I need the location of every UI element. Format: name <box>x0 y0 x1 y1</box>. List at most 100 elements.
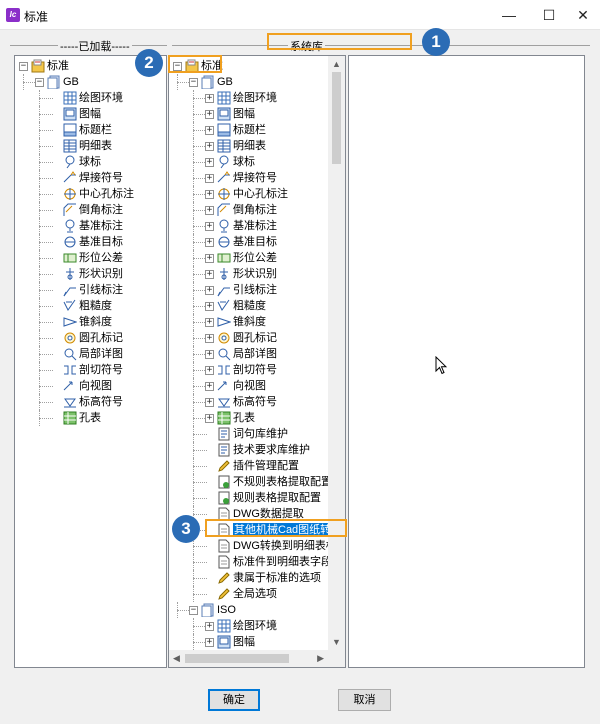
collapse-icon[interactable]: − <box>189 78 198 87</box>
tree-node[interactable]: + 锥斜度 <box>169 314 329 330</box>
expand-icon[interactable]: + <box>205 174 214 183</box>
scroll-down-icon[interactable]: ▼ <box>332 637 341 647</box>
expand-icon[interactable]: + <box>205 318 214 327</box>
expand-icon[interactable]: + <box>205 302 214 311</box>
expand-icon[interactable]: + <box>205 622 214 631</box>
tree-node[interactable]: + 标题栏 <box>169 122 329 138</box>
tree-node[interactable]: 向视图 <box>15 378 165 394</box>
loaded-tree-panel[interactable]: − 标准 − GB 绘图环境 图幅 标题栏 明细表 球标 焊接符号 中心孔标注 倒角标注 基准标注 基准目… <box>14 55 167 668</box>
expand-icon[interactable]: + <box>205 350 214 359</box>
tree-node[interactable]: 词句库维护 <box>169 426 329 442</box>
ok-button[interactable]: 确定 <box>208 689 260 711</box>
tree-node[interactable]: + 图幅 <box>169 634 329 650</box>
tree-node[interactable]: 基准标注 <box>15 218 165 234</box>
expand-icon[interactable]: + <box>205 286 214 295</box>
tree-node[interactable]: 标高符号 <box>15 394 165 410</box>
tree-node[interactable]: 粗糙度 <box>15 298 165 314</box>
expand-icon[interactable]: + <box>205 206 214 215</box>
tree-node[interactable]: − GB <box>169 74 329 90</box>
expand-icon[interactable]: + <box>205 238 214 247</box>
tree-node[interactable]: 隶属于标准的选项 <box>169 570 329 586</box>
tree-node[interactable]: + 向视图 <box>169 378 329 394</box>
tree-node[interactable]: 绘图环境 <box>15 90 165 106</box>
tree-connector <box>39 90 40 106</box>
tree-node[interactable]: 焊接符号 <box>15 170 165 186</box>
scroll-left-icon[interactable]: ◀ <box>173 653 180 664</box>
tree-node[interactable]: + 绘图环境 <box>169 618 329 634</box>
tree-node[interactable]: 倒角标注 <box>15 202 165 218</box>
tree-node[interactable]: 全局选项 <box>169 586 329 602</box>
tree-node[interactable]: 标题栏 <box>15 122 165 138</box>
expand-icon[interactable]: + <box>205 158 214 167</box>
tree-node[interactable]: + 球标 <box>169 154 329 170</box>
tree-node[interactable]: 中心孔标注 <box>15 186 165 202</box>
scroll-right-icon[interactable]: ▶ <box>317 653 324 664</box>
collapse-icon[interactable]: − <box>19 62 28 71</box>
tree-node[interactable]: + 图幅 <box>169 106 329 122</box>
tree-node[interactable]: + 明细表 <box>169 138 329 154</box>
expand-icon[interactable]: + <box>205 382 214 391</box>
system-tree-panel[interactable]: − 标准 − GB + 绘图环境 + 图幅 + 标题栏 + 明细表 + 球标 + 焊接符号 + 中心孔标注 + 倒角标… <box>168 55 346 668</box>
expand-icon[interactable]: + <box>205 366 214 375</box>
tree-node[interactable]: 引线标注 <box>15 282 165 298</box>
tree-node[interactable]: 明细表 <box>15 138 165 154</box>
tree-node[interactable]: 基准目标 <box>15 234 165 250</box>
expand-icon[interactable]: + <box>205 190 214 199</box>
tree-node[interactable]: 球标 <box>15 154 165 170</box>
tree-node[interactable]: + 粗糙度 <box>169 298 329 314</box>
tree-node[interactable]: + 形状识别 <box>169 266 329 282</box>
tree-node[interactable]: + 引线标注 <box>169 282 329 298</box>
expand-icon[interactable]: + <box>205 142 214 151</box>
tree-node[interactable]: 局部详图 <box>15 346 165 362</box>
expand-icon[interactable]: + <box>205 638 214 647</box>
detail-panel[interactable] <box>348 55 585 668</box>
tree-node[interactable]: + 孔表 <box>169 410 329 426</box>
tree-node[interactable]: + 剖切符号 <box>169 362 329 378</box>
collapse-icon[interactable]: − <box>189 606 198 615</box>
collapse-icon[interactable]: − <box>35 78 44 87</box>
tree-node[interactable]: 不规则表格提取配置 <box>169 474 332 490</box>
tree-node[interactable]: 图幅 <box>15 106 165 122</box>
close-button[interactable]: ✕ <box>566 0 600 30</box>
tree-node[interactable]: + 绘图环境 <box>169 90 329 106</box>
tree-node[interactable]: 剖切符号 <box>15 362 165 378</box>
tree-node[interactable]: 标准件到明细表字段映射配 <box>169 554 345 570</box>
tree-node[interactable]: + 焊接符号 <box>169 170 329 186</box>
vertical-scrollbar[interactable]: ▲ ▼ <box>328 56 345 650</box>
horizontal-scrollbar[interactable]: ◀ ▶ <box>169 650 328 667</box>
expand-icon[interactable]: + <box>205 270 214 279</box>
tree-node[interactable]: + 中心孔标注 <box>169 186 329 202</box>
tree-node[interactable]: + 局部详图 <box>169 346 329 362</box>
tree-node[interactable]: 技术要求库维护 <box>169 442 329 458</box>
expand-icon[interactable]: + <box>205 126 214 135</box>
tree-node[interactable]: + 圆孔标记 <box>169 330 329 346</box>
expand-icon[interactable]: + <box>205 222 214 231</box>
vertical-scroll-thumb[interactable] <box>332 72 341 164</box>
tree-node[interactable]: 形位公差 <box>15 250 165 266</box>
tree-node[interactable]: 孔表 <box>15 410 165 426</box>
tree-node[interactable]: 锥斜度 <box>15 314 165 330</box>
tree-connector <box>39 202 40 218</box>
tree-node[interactable]: 插件管理配置 <box>169 458 329 474</box>
expand-icon[interactable]: + <box>205 398 214 407</box>
expand-icon[interactable]: + <box>205 414 214 423</box>
cancel-button[interactable]: 取消 <box>338 689 391 711</box>
expand-icon[interactable]: + <box>205 254 214 263</box>
scroll-up-icon[interactable]: ▲ <box>332 59 341 69</box>
tree-node[interactable]: 圆孔标记 <box>15 330 165 346</box>
tree-node[interactable]: 规则表格提取配置 <box>169 490 329 506</box>
tree-node[interactable]: − ISO <box>169 602 329 618</box>
tree-node[interactable]: + 基准标注 <box>169 218 329 234</box>
expand-icon[interactable]: + <box>205 110 214 119</box>
expand-icon[interactable]: + <box>205 94 214 103</box>
minimize-button[interactable]: — <box>492 0 526 30</box>
tree-node[interactable]: + 倒角标注 <box>169 202 329 218</box>
tree-node[interactable]: − GB <box>15 74 165 90</box>
tree-node[interactable]: + 标高符号 <box>169 394 329 410</box>
horizontal-scroll-thumb[interactable] <box>185 654 289 663</box>
tree-node[interactable]: + 形位公差 <box>169 250 329 266</box>
expand-icon[interactable]: + <box>205 334 214 343</box>
tree-node[interactable]: + 基准目标 <box>169 234 329 250</box>
tree-node[interactable]: 形状识别 <box>15 266 165 282</box>
maximize-button[interactable]: ☐ <box>532 0 566 30</box>
